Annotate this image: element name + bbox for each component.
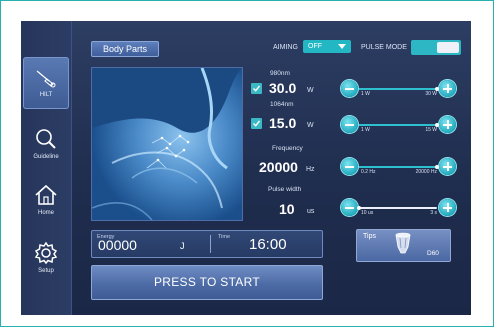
sidebar-item-hilt[interactable]: HILT: [23, 57, 69, 109]
laser-1064-checkbox[interactable]: [251, 118, 262, 129]
sidebar-item-label: HILT: [39, 91, 53, 98]
1064-slider-fill: [359, 123, 437, 126]
time-label: Time: [218, 234, 231, 240]
minus-icon: [345, 165, 354, 168]
1064-slider-thumb[interactable]: [435, 122, 439, 127]
pulse-width-slider[interactable]: [359, 206, 437, 209]
laser-1064-value: 15.0: [269, 115, 297, 131]
1064-slider[interactable]: [359, 123, 437, 126]
check-icon: [253, 120, 261, 127]
frequency-slider[interactable]: [359, 165, 437, 168]
pulse-mode-label: PULSE MODE: [361, 44, 407, 51]
pulse-width-slider-min: 10 us: [361, 210, 374, 216]
device-frame: HILT Guideline Home Setup Body Parts AIM…: [0, 0, 494, 327]
980-decrease-button[interactable]: [341, 80, 358, 97]
shoulder-anatomy-image: [92, 68, 242, 220]
frequency-value: 20000: [259, 159, 298, 175]
frequency-slider-max: 20000 Hz: [415, 169, 437, 175]
980-slider-max: 30 W: [425, 91, 437, 97]
frequency-unit: Hz: [306, 166, 315, 173]
minus-icon: [345, 87, 354, 90]
sidebar: HILT Guideline Home Setup: [21, 21, 72, 315]
980-slider[interactable]: [359, 87, 437, 90]
frequency-label: Frequency: [272, 145, 303, 152]
body-parts-button[interactable]: Body Parts: [91, 41, 159, 57]
energy-unit: J: [180, 241, 185, 251]
laser-1064-label: 1064nm: [270, 101, 294, 108]
pulse-width-increase-button[interactable]: [439, 199, 456, 216]
frequency-increase-button[interactable]: [439, 158, 456, 175]
pulse-width-label: Pulse width: [268, 186, 302, 193]
start-button[interactable]: PRESS TO START: [91, 265, 323, 300]
980-slider-fill: [359, 87, 437, 90]
gear-icon: [34, 241, 58, 264]
1064-increase-button[interactable]: [439, 116, 456, 133]
energy-time-panel: Energy 00000 J Time 16:00: [91, 230, 323, 258]
body-part-image: [91, 67, 243, 221]
pulse-width-slider-max: 3 s: [430, 210, 437, 216]
aiming-label: AIMING: [273, 44, 298, 51]
sidebar-item-label: Setup: [38, 267, 54, 274]
laser-980-checkbox[interactable]: [251, 83, 262, 94]
minus-icon: [345, 206, 354, 209]
tip-model: D60: [427, 250, 439, 257]
energy-value: 00000: [98, 237, 137, 253]
plus-icon: [446, 203, 449, 212]
1064-slider-min: 1 W: [361, 127, 370, 133]
frequency-decrease-button[interactable]: [341, 158, 358, 175]
handpiece-icon: [36, 70, 56, 87]
sidebar-item-guideline[interactable]: Guideline: [23, 117, 69, 169]
sidebar-item-label: Guideline: [33, 153, 59, 160]
laser-980-unit: W: [307, 87, 314, 94]
toggle-knob: [437, 42, 459, 53]
sidebar-item-label: Home: [37, 209, 54, 216]
pulse-width-decrease-button[interactable]: [341, 199, 358, 216]
divider: [210, 235, 211, 253]
tips-label: Tips: [363, 233, 376, 240]
laser-1064-unit: W: [307, 122, 314, 129]
sidebar-item-home[interactable]: Home: [23, 173, 69, 225]
time-value: 16:00: [249, 236, 287, 253]
aiming-dropdown[interactable]: OFF: [303, 40, 351, 53]
frequency-slider-thumb[interactable]: [435, 164, 439, 169]
search-icon: [36, 128, 56, 149]
tips-button[interactable]: Tips D60: [356, 229, 451, 262]
pulse-width-slider-thumb[interactable]: [357, 205, 361, 210]
1064-slider-max: 15 W: [425, 127, 437, 133]
laser-980-label: 980nm: [270, 70, 290, 77]
980-increase-button[interactable]: [439, 80, 456, 97]
pulse-width-unit: us: [307, 208, 315, 215]
pulse-width-value: 10: [279, 201, 295, 217]
frequency-slider-fill: [359, 165, 437, 168]
sidebar-item-setup[interactable]: Setup: [23, 231, 69, 283]
plus-icon: [446, 162, 449, 171]
home-icon: [35, 184, 57, 205]
control-screen: HILT Guideline Home Setup Body Parts AIM…: [21, 21, 471, 315]
aiming-value: OFF: [308, 43, 322, 50]
minus-icon: [345, 123, 354, 126]
plus-icon: [446, 84, 449, 93]
plus-icon: [446, 120, 449, 129]
laser-980-value: 30.0: [269, 80, 297, 96]
pulse-mode-toggle[interactable]: [411, 40, 461, 55]
1064-decrease-button[interactable]: [341, 116, 358, 133]
980-slider-min: 1 W: [361, 91, 370, 97]
chevron-down-icon: [338, 44, 346, 49]
frequency-slider-min: 0.2 Hz: [361, 169, 376, 175]
check-icon: [253, 85, 261, 92]
tip-nozzle-icon: [395, 232, 411, 254]
980-slider-thumb[interactable]: [435, 86, 439, 91]
